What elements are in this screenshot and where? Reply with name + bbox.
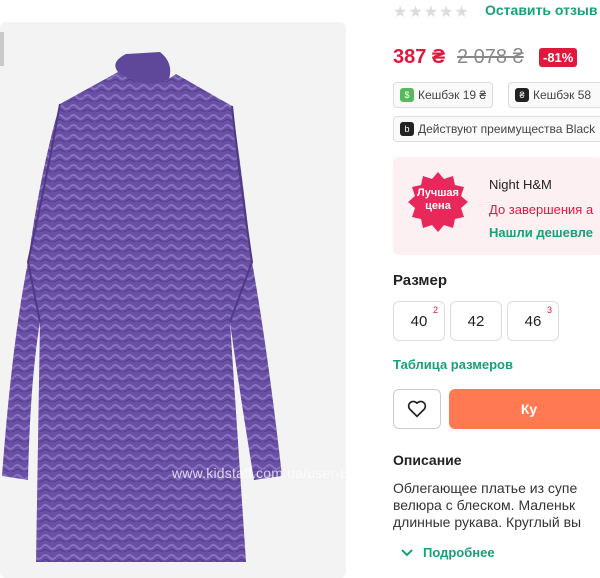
promo-timer: До завершения а <box>489 202 594 217</box>
size-option-40[interactable]: 40 2 <box>393 301 445 341</box>
promo-title: Night H&M <box>489 177 552 192</box>
size-value: 46 <box>524 312 542 330</box>
cashback-chip-1[interactable]: $ Кешбэк 19 ₴ <box>393 82 494 108</box>
found-cheaper-link[interactable]: Нашли дешевле <box>489 225 593 240</box>
product-info-panel: ★★★★★ Оставить отзыв 387 ₴ 2 078 ₴ -81% … <box>393 0 600 574</box>
size-table-link[interactable]: Таблица размеров <box>393 357 513 372</box>
leave-review-link[interactable]: Оставить отзыв <box>485 2 597 18</box>
best-price-promo: Лучшая цена Night H&M До завершения а На… <box>393 157 600 255</box>
cashback-chip-2-label: Кешбэк 58 <box>533 88 592 102</box>
favorite-button[interactable] <box>393 389 441 429</box>
size-option-46[interactable]: 46 3 <box>507 301 559 341</box>
dress-image <box>2 52 282 562</box>
size-option-42[interactable]: 42 <box>450 301 502 341</box>
more-label: Подробнее <box>423 545 495 560</box>
best-price-badge-label: Лучшая цена <box>417 187 459 212</box>
cashback-icon: $ <box>400 88 414 102</box>
watermark: www.kidstaff.com.ua/user-850460.html <box>172 465 346 481</box>
benefits-chip[interactable]: b Действуют преимущества Black <box>393 116 600 142</box>
size-stock-count: 2 <box>432 305 438 315</box>
buy-button[interactable]: Ку <box>449 389 600 429</box>
black-program-icon: b <box>400 122 414 136</box>
size-label: Размер <box>393 272 448 289</box>
size-value: 42 <box>467 312 485 330</box>
product-image-gallery[interactable]: www.kidstaff.com.ua/user-850460.html <box>0 22 346 578</box>
cashback-chip-2[interactable]: ₴ Кешбэк 58 <box>508 82 600 108</box>
old-price: 2 078 ₴ <box>457 46 524 68</box>
cashback-chip-1-label: Кешбэк 19 ₴ <box>418 88 487 102</box>
current-price: 387 ₴ <box>393 46 446 68</box>
rating-stars[interactable]: ★★★★★ <box>393 2 470 22</box>
size-stock-count: 3 <box>546 305 552 315</box>
benefits-chip-label: Действуют преимущества Black <box>418 122 596 136</box>
discount-badge: -81% <box>539 48 578 67</box>
description-title: Описание <box>393 452 462 468</box>
size-value: 40 <box>410 312 428 330</box>
heart-icon <box>407 400 427 418</box>
chevron-down-icon <box>401 548 413 556</box>
more-toggle[interactable]: Подробнее <box>401 545 495 560</box>
description-text: Облегающее платье из супе велюра с блеск… <box>393 480 582 530</box>
wallet-icon: ₴ <box>515 88 529 102</box>
